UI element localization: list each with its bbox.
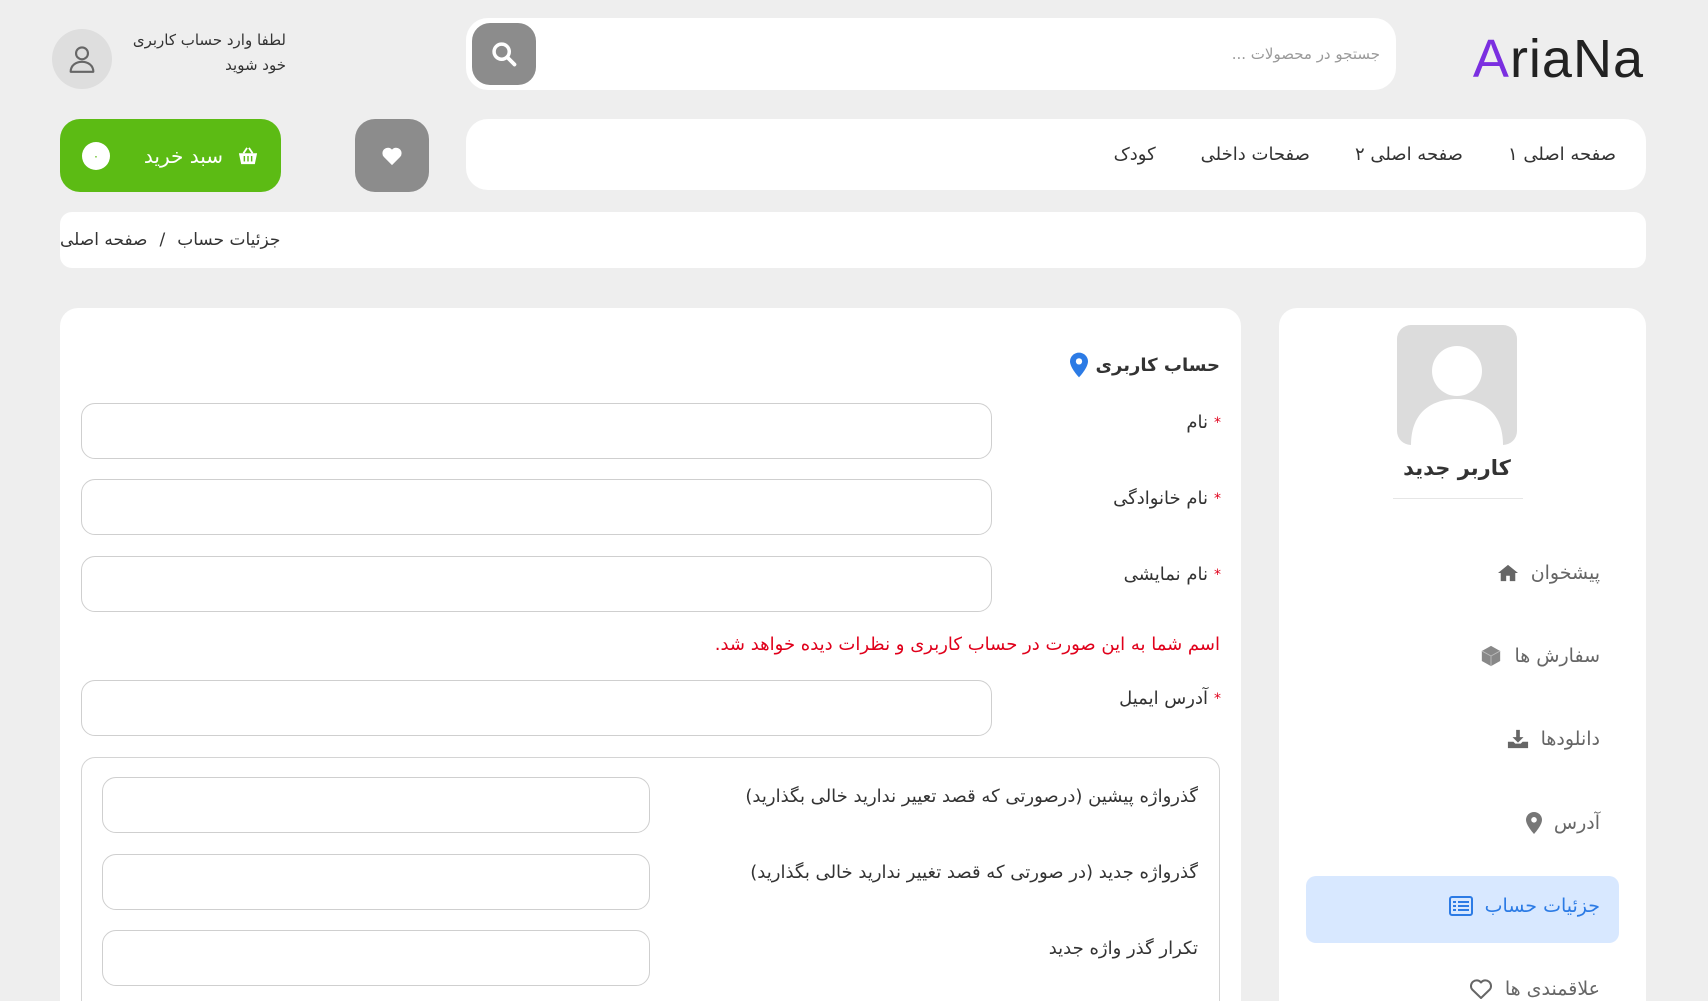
sidebar-item-orders[interactable]: سفارش ها [1480,645,1600,667]
section-title-text: حساب کاربری [1095,354,1220,376]
new-password-field[interactable] [102,854,650,910]
sidebar-item-address[interactable]: آدرس [1525,812,1600,834]
login-line-2: خود شوید [225,56,286,74]
basket-icon [238,146,258,164]
display-name-hint: اسم شما به این صورت در حساب کاربری و نظر… [714,634,1220,655]
home-icon [1497,564,1518,582]
sidebar-item-label: پیشخوان [1530,562,1600,584]
list-icon [1448,896,1473,916]
breadcrumb-home[interactable]: صفحه اصلی [60,230,147,250]
sidebar-divider [1393,498,1523,499]
sidebar-item-label: دانلودها [1540,728,1600,750]
breadcrumb: صفحه اصلی / جزئیات حساب [60,212,1646,268]
required-mark: * [1214,566,1221,583]
nav-item-inner-pages[interactable]: صفحات داخلی [1201,144,1310,165]
user-avatar-button[interactable] [52,29,112,89]
search-button[interactable] [472,23,536,85]
last-name-label: نام خانوادگی * [1113,488,1221,509]
sidebar-item-dashboard[interactable]: پیشخوان [1497,562,1600,584]
sidebar-item-label: جزئیات حساب [1484,895,1600,917]
label-text: نام نمایشی [1123,564,1208,585]
cart-button[interactable]: سبد خرید ۰ [60,119,281,192]
cart-label: سبد خرید [143,143,223,168]
current-password-label: گذرواژه پیشین (درصورتی که قصد تعییر ندار… [745,786,1198,807]
display-name-field[interactable] [81,556,992,612]
required-mark: * [1214,490,1221,507]
current-password-field[interactable] [102,777,650,833]
breadcrumb-current: جزئیات حساب [177,230,281,250]
logo-first-letter: A [1472,29,1510,89]
display-name-label: نام نمایشی * [1124,564,1221,585]
user-silhouette-icon [1411,346,1503,445]
first-name-field[interactable] [81,403,992,459]
sidebar-item-label: علاقمندی ها [1504,978,1600,1000]
wishlist-button[interactable] [355,119,429,192]
logo-rest: riaNa [1509,29,1644,89]
profile-avatar [1397,325,1517,445]
sidebar-item-account-details[interactable]: جزئیات حساب [1448,895,1600,917]
confirm-password-label: تکرار گذر واژه جدید [1048,938,1198,959]
map-pin-icon [1069,352,1088,378]
email-field[interactable] [81,680,992,736]
site-logo[interactable]: AriaNa [1473,28,1644,90]
new-password-label: گذرواژه جدید (در صورتی که قصد تغییر ندار… [750,862,1198,883]
breadcrumb-separator: / [159,230,166,250]
required-mark: * [1214,690,1221,707]
required-mark: * [1214,414,1221,431]
main-nav: صفحه اصلی ۱ صفحه اصلی ۲ صفحات داخلی کودک [466,119,1646,190]
label-text: نام [1186,412,1208,433]
label-text: آدرس ایمیل [1119,688,1208,709]
sidebar-item-downloads[interactable]: دانلودها [1507,728,1600,750]
download-icon [1507,729,1528,749]
last-name-field[interactable] [81,479,992,535]
sidebar-item-wishlist[interactable]: علاقمندی ها [1469,978,1600,1000]
search-icon [492,42,517,67]
search-input[interactable] [560,30,1380,78]
profile-name: کاربر جدید [1403,456,1511,480]
login-line-1: لطفا وارد حساب کاربری [132,31,286,49]
box-icon [1482,645,1501,667]
confirm-password-field[interactable] [102,930,650,986]
sidebar-item-label: آدرس [1553,812,1600,834]
label-text: نام خانوادگی [1113,488,1208,509]
login-prompt[interactable]: لطفا وارد حساب کاربری خود شوید [120,28,286,78]
nav-item-kids[interactable]: کودک [1114,144,1156,165]
email-label: آدرس ایمیل * [1119,688,1221,709]
nav-item-home-2[interactable]: صفحه اصلی ۲ [1355,144,1463,165]
cart-count-badge: ۰ [82,141,110,170]
heart-outline-icon [1469,979,1492,999]
first-name-label: نام * [1186,412,1221,433]
section-title: حساب کاربری [1069,352,1220,378]
sidebar-item-label: سفارش ها [1514,645,1600,667]
map-pin-icon [1525,812,1542,834]
heart-icon [382,147,402,165]
user-icon [69,46,95,73]
nav-item-home-1[interactable]: صفحه اصلی ۱ [1508,144,1616,165]
